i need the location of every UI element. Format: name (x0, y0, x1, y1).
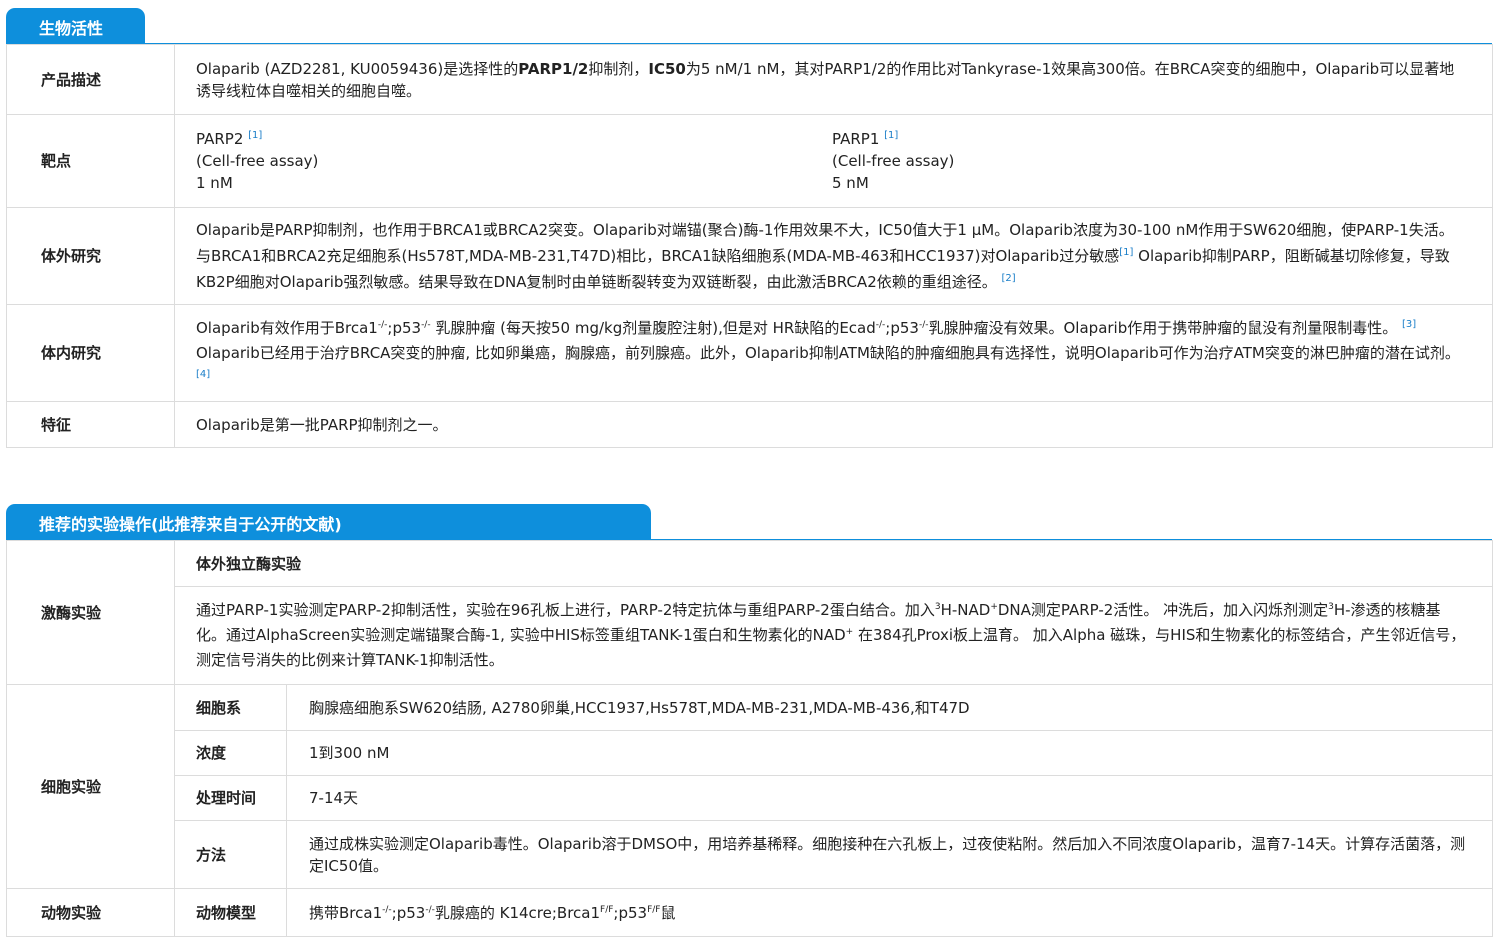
row-invitro: 体外研究 Olaparib是PARP抑制剂，也作用于BRCA1或BRCA2突变。… (6, 207, 1493, 305)
label-duration: 处理时间 (174, 775, 287, 821)
row-target: 靶点 PARP2 [1] (Cell-free assay) 1 nM PARP… (6, 114, 1493, 208)
duration-value: 7-14天 (285, 775, 1494, 821)
row-kinase-header: 激酶实验 体外独立酶实验 (6, 540, 1494, 685)
invivo-text: Olaparib有效作用于Brca1-/-;p53-/- 乳腺肿瘤 (每天按50… (174, 304, 1493, 402)
label-concentration: 浓度 (174, 730, 287, 776)
reference-link[interactable]: [1] (884, 130, 898, 141)
cell-line-value: 胸腺癌细胞系SW620结肠, A2780卵巢,HCC1937,Hs578T,MD… (285, 684, 1494, 731)
label-method: 方法 (174, 820, 287, 889)
kinase-subheader: 体外独立酶实验 (173, 540, 1494, 587)
reference-link[interactable]: [1] (248, 130, 262, 141)
animal-model-value: 携带Brca1-/-;p53-/-乳腺癌的 K14cre;Brca1F/F;p5… (285, 888, 1494, 937)
section-title-protocols: 推荐的实验操作(此推荐来自于公开的文献) (6, 504, 651, 541)
row-method: 方法 通过成株实验测定Olaparib毒性。Olaparib溶于DMSO中，用培… (7, 820, 1494, 889)
kinase-text: 通过PARP-1实验测定PARP-2抑制活性，实验在96孔板上进行，PARP-2… (173, 586, 1494, 685)
invitro-text: Olaparib是PARP抑制剂，也作用于BRCA1或BRCA2突变。Olapa… (174, 207, 1493, 305)
row-cell-line: 细胞实验 细胞系 胸腺癌细胞系SW620结肠, A2780卵巢,HCC1937,… (6, 684, 1494, 889)
concentration-value: 1到300 nM (285, 730, 1494, 776)
label-kinase: 激酶实验 (6, 540, 175, 685)
target-parp2: PARP2 [1] (Cell-free assay) 1 nM (196, 130, 319, 192)
reference-link[interactable]: [2] (1002, 273, 1016, 284)
label-feature: 特征 (6, 401, 175, 448)
row-invivo: 体内研究 Olaparib有效作用于Brca1-/-;p53-/- 乳腺肿瘤 (… (6, 304, 1493, 402)
method-value: 通过成株实验测定Olaparib毒性。Olaparib溶于DMSO中，用培养基稀… (285, 820, 1494, 889)
label-description: 产品描述 (6, 44, 175, 115)
section-title-bioactivity: 生物活性 (6, 8, 145, 45)
label-animal-model: 动物模型 (174, 888, 287, 937)
row-feature: 特征 Olaparib是第一批PARP抑制剂之一。 (6, 401, 1493, 448)
bioactivity-table: 产品描述 Olaparib (AZD2281, KU0059436)是选择性的P… (6, 44, 1493, 448)
label-cell-line: 细胞系 (174, 684, 287, 731)
row-concentration: 浓度 1到300 nM (7, 730, 1494, 776)
row-description: 产品描述 Olaparib (AZD2281, KU0059436)是选择性的P… (6, 44, 1493, 115)
protocols-table: 激酶实验 体外独立酶实验 通过PARP-1实验测定PARP-2抑制活性，实验在9… (6, 540, 1494, 937)
feature-text: Olaparib是第一批PARP抑制剂之一。 (174, 401, 1493, 448)
label-animal: 动物实验 (6, 888, 175, 937)
target-cell: PARP2 [1] (Cell-free assay) 1 nM PARP1 [… (174, 114, 1493, 208)
label-cell: 细胞实验 (6, 684, 175, 889)
row-animal: 动物实验 动物模型 携带Brca1-/-;p53-/-乳腺癌的 K14cre;B… (6, 888, 1494, 937)
reference-link[interactable]: [1] (1119, 247, 1133, 258)
label-invitro: 体外研究 (6, 207, 175, 305)
row-duration: 处理时间 7-14天 (7, 775, 1494, 821)
row-kinase-content: 通过PARP-1实验测定PARP-2抑制活性，实验在96孔板上进行，PARP-2… (7, 586, 1494, 685)
description-text: Olaparib (AZD2281, KU0059436)是选择性的PARP1/… (174, 44, 1493, 115)
label-target: 靶点 (6, 114, 175, 208)
reference-link[interactable]: [4] (196, 369, 210, 380)
label-invivo: 体内研究 (6, 304, 175, 402)
reference-link[interactable]: [3] (1402, 319, 1416, 330)
target-parp1: PARP1 [1] (Cell-free assay) 5 nM (832, 130, 955, 192)
